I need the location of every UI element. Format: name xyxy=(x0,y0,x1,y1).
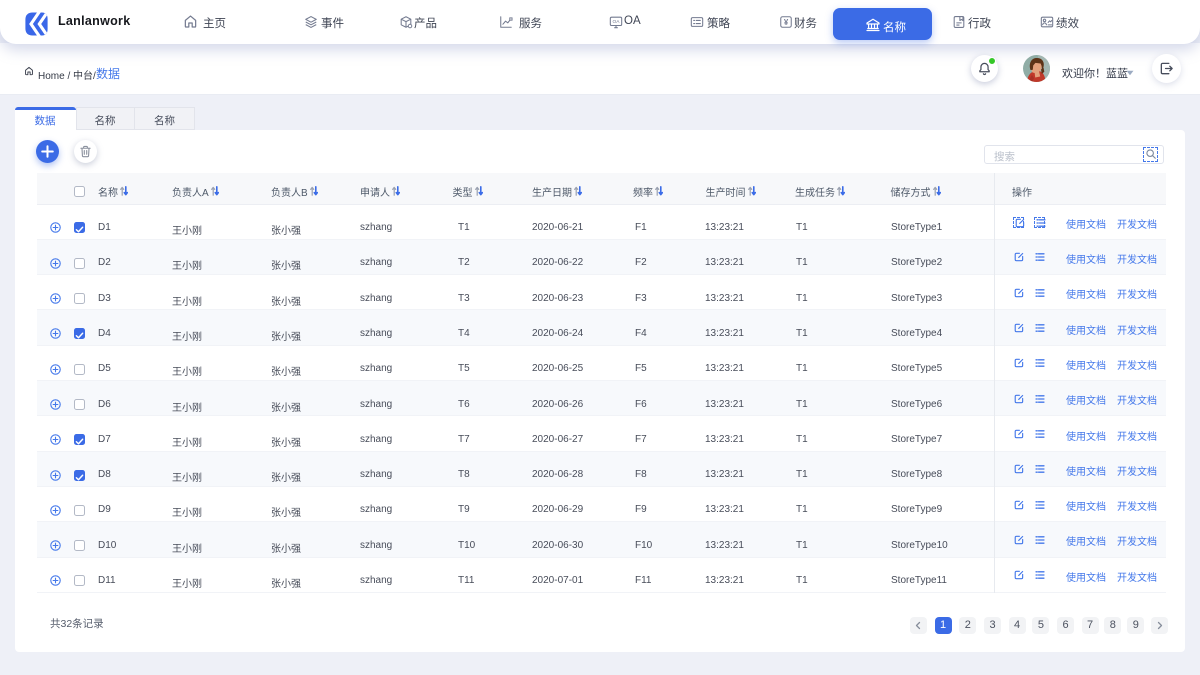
svg-text:OA: OA xyxy=(613,19,621,25)
svg-text:¥: ¥ xyxy=(784,17,789,26)
